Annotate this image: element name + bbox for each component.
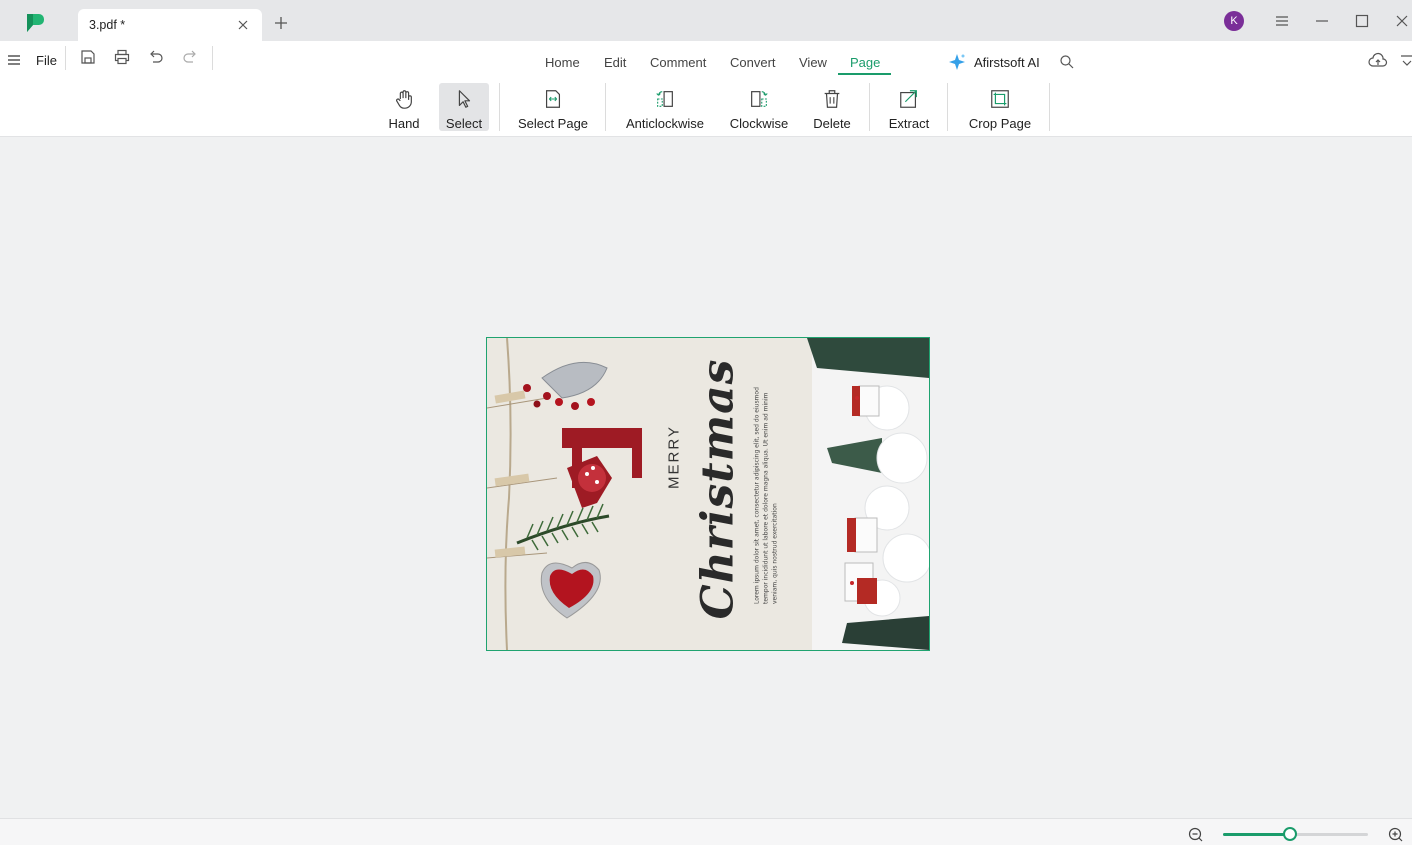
new-tab-icon[interactable]	[273, 15, 289, 31]
hand-tool-button[interactable]: Hand	[380, 83, 428, 131]
file-menu-label: File	[36, 52, 57, 68]
sparkle-icon	[949, 54, 965, 70]
select-page-icon	[545, 90, 561, 108]
page-ribbon: Hand Select Select Page Anticlockwise Cl…	[0, 79, 1412, 137]
cloud-upload-icon[interactable]	[1368, 52, 1388, 70]
card-heading-small: MERRY	[665, 425, 683, 489]
crop-page-button[interactable]: Crop Page	[960, 83, 1040, 131]
divider	[1049, 83, 1050, 131]
menu-lines-icon	[8, 55, 20, 65]
active-tab-indicator	[838, 73, 891, 75]
divider	[65, 46, 66, 70]
tab-comment[interactable]: Comment	[650, 55, 706, 70]
crop-page-label: Crop Page	[968, 116, 1032, 131]
select-page-label: Select Page	[517, 116, 589, 131]
rotate-anticlockwise-icon	[656, 91, 673, 107]
divider	[499, 83, 500, 131]
rotate-clockwise-label: Clockwise	[729, 116, 789, 131]
hand-tool-label: Hand	[388, 116, 420, 131]
extract-page-button[interactable]: Extract	[880, 83, 938, 131]
extract-page-label: Extract	[888, 116, 930, 131]
zoom-out-icon[interactable]	[1188, 827, 1203, 842]
document-tab-title: 3.pdf *	[89, 18, 126, 32]
save-icon[interactable]	[79, 48, 97, 66]
undo-icon[interactable]	[147, 48, 165, 66]
redo-icon[interactable]	[181, 48, 199, 66]
select-page-button[interactable]: Select Page	[510, 83, 596, 131]
collapse-ribbon-icon[interactable]	[1400, 53, 1412, 69]
tab-page[interactable]: Page	[850, 55, 880, 70]
menu-bar: File Home Edit Comment Convert View Page…	[0, 41, 1412, 79]
print-icon[interactable]	[113, 48, 131, 66]
file-menu-button[interactable]: File	[8, 48, 57, 72]
ai-assistant-label: Afirstsoft AI	[974, 54, 1040, 70]
divider	[869, 83, 870, 131]
search-icon[interactable]	[1059, 54, 1074, 69]
select-tool-button[interactable]: Select	[439, 83, 489, 131]
minimize-icon[interactable]	[1314, 13, 1330, 29]
document-viewer[interactable]: MERRY Christmas Lorem ipsum dolor sit am…	[0, 137, 1412, 818]
divider	[947, 83, 948, 131]
rotate-anticlockwise-label: Anticlockwise	[625, 116, 705, 131]
crop-icon	[991, 90, 1009, 108]
trash-icon	[824, 90, 840, 108]
card-body-text: Lorem ipsum dolor sit amet, consectetur …	[753, 387, 779, 604]
zoom-slider[interactable]	[1223, 827, 1368, 841]
rotate-anticlockwise-button[interactable]: Anticlockwise	[620, 83, 710, 131]
extract-icon	[900, 90, 917, 108]
rotate-clockwise-icon	[751, 91, 768, 107]
delete-page-button[interactable]: Delete	[806, 83, 858, 131]
document-tab[interactable]: 3.pdf *	[78, 9, 262, 41]
divider	[212, 46, 213, 70]
zoom-slider-thumb[interactable]	[1282, 827, 1297, 841]
cursor-icon	[458, 90, 471, 108]
rotate-clockwise-button[interactable]: Clockwise	[724, 83, 794, 131]
tab-home[interactable]: Home	[545, 55, 580, 70]
card-heading-large: Christmas	[692, 358, 744, 620]
hamburger-menu-icon[interactable]	[1274, 13, 1290, 29]
user-avatar[interactable]: K	[1224, 11, 1244, 31]
maximize-icon[interactable]	[1354, 13, 1370, 29]
close-window-icon[interactable]	[1394, 13, 1410, 29]
close-tab-icon[interactable]	[236, 18, 250, 32]
delete-page-label: Delete	[813, 116, 851, 131]
tab-view[interactable]: View	[799, 55, 827, 70]
ai-assistant-button[interactable]: Afirstsoft AI	[948, 53, 1040, 71]
tab-convert[interactable]: Convert	[730, 55, 776, 70]
status-bar	[0, 818, 1412, 845]
app-logo-icon[interactable]	[24, 12, 46, 34]
divider	[605, 83, 606, 131]
zoom-in-icon[interactable]	[1388, 827, 1403, 842]
zoom-slider-fill	[1223, 833, 1290, 836]
title-bar: 3.pdf * K	[0, 0, 1412, 41]
select-tool-label: Select	[445, 116, 483, 131]
hand-icon	[396, 90, 412, 109]
tab-edit[interactable]: Edit	[604, 55, 626, 70]
